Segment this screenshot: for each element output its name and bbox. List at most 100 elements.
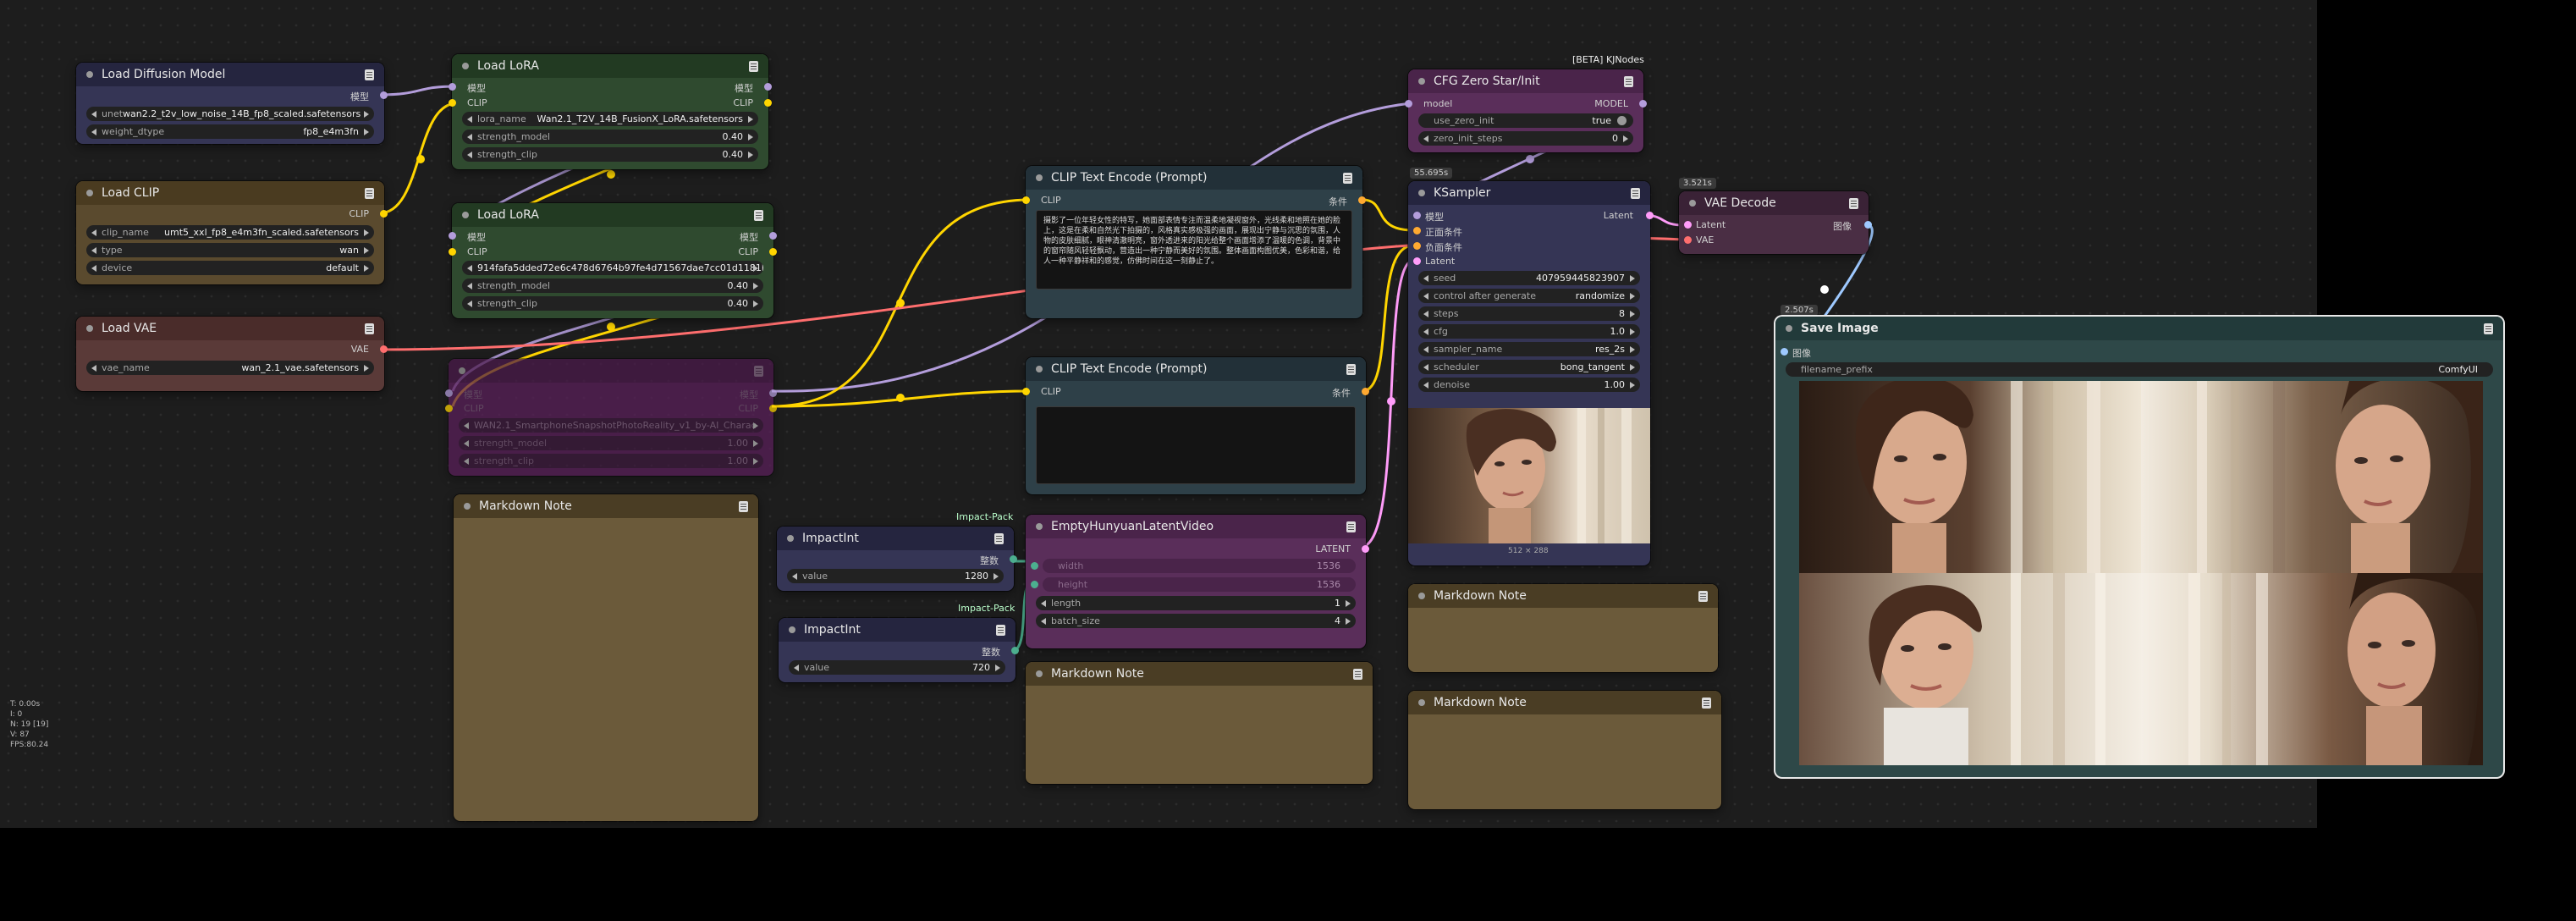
steps-widget[interactable]: steps 8 [1418,306,1640,321]
node-badge-icon[interactable] [1346,521,1356,532]
node-badge-icon[interactable] [739,501,748,512]
weight-dtype-widget[interactable]: weight_dtype fp8_e4m3fn [86,124,374,139]
node-badge-icon[interactable] [1698,591,1708,602]
int-value-widget[interactable]: value 1280 [787,569,1004,583]
node-badge-icon[interactable] [365,323,374,334]
batch-size-widget[interactable]: batch_size 4 [1036,614,1356,628]
output-model-socket[interactable] [769,232,777,240]
node-badge-icon[interactable] [1631,188,1640,199]
prompt-textarea[interactable]: 摄影了一位年轻女性的特写，她面部表情专注而温柔地凝视窗外，光线柔和地照在她的脸上… [1036,210,1352,290]
output-conditioning-socket[interactable] [1362,388,1369,395]
input-negative-socket[interactable] [1413,242,1421,250]
input-model-socket[interactable] [1405,100,1412,108]
strength-clip-widget[interactable]: strength_clip 0.40 [462,296,763,311]
output-clip-socket[interactable] [380,210,388,218]
strength-model-widget[interactable]: strength_model 1.00 [459,436,763,450]
node-title[interactable]: KSampler [1408,181,1650,205]
node-load-lora-3-bypassed[interactable]: 模型 CLIP 模型 CLIP WAN2.1_SmartphoneSnapsho… [445,359,777,476]
node-badge-icon[interactable] [1353,669,1362,680]
node-badge-icon[interactable] [2484,323,2493,334]
input-clip-socket[interactable] [1022,388,1030,395]
node-empty-hunyuan-latent-video[interactable]: EmptyHunyuanLatentVideo LATENT width 1536… [1026,515,1369,648]
input-model-socket[interactable] [445,389,453,397]
input-clip-socket[interactable] [445,405,453,412]
input-vae-socket[interactable] [1684,236,1692,244]
clip-name-widget[interactable]: clip_name umt5_xxl_fp8_e4m3fn_scaled.safe… [86,225,374,240]
input-clip-socket[interactable] [449,248,456,256]
node-title[interactable]: CLIP Text Encode (Prompt) [1026,166,1362,190]
width-widget[interactable]: width 1536 [1043,559,1356,573]
node-load-clip[interactable]: Load CLIP CLIP clip_name umt5_xxl_fp8_e4m… [76,181,388,284]
lora-name-widget[interactable]: lora_name Wan2.1_T2V_14B_FusionX_LoRA.saf… [462,112,758,126]
output-vae-socket[interactable] [380,345,388,353]
node-markdown-note-4[interactable]: Markdown Note [1408,691,1721,809]
node-title[interactable]: Markdown Note [454,494,758,518]
length-widget[interactable]: length 1 [1036,596,1356,610]
output-image-socket[interactable] [1864,221,1872,229]
node-title[interactable]: Load VAE [76,317,384,340]
node-title[interactable]: Load CLIP [76,181,384,205]
vae-name-widget[interactable]: vae_name wan_2.1_vae.safetensors [86,361,374,375]
clip-device-widget[interactable]: device default [86,261,374,275]
output-int-socket[interactable] [1011,647,1019,654]
node-title[interactable]: ImpactInt [779,618,1016,642]
height-widget[interactable]: height 1536 [1043,577,1356,592]
filename-prefix-widget[interactable]: filename_prefix ComfyUI [1786,362,2493,377]
node-load-lora-1[interactable]: Load LoRA 模型 CLIP 模型 CLIP lora_name Wan2.… [449,54,772,169]
node-clip-text-encode-positive[interactable]: CLIP Text Encode (Prompt) CLIP 条件 摄影了一位年… [1022,166,1366,318]
control-after-generate-widget[interactable]: control after generate randomize [1418,289,1640,303]
output-conditioning-socket[interactable] [1358,196,1366,204]
strength-clip-widget[interactable]: strength_clip 1.00 [459,454,763,468]
denoise-widget[interactable]: denoise 1.00 [1418,378,1640,392]
cfg-widget[interactable]: cfg 1.0 [1418,324,1640,339]
int-value-widget[interactable]: value 720 [789,660,1005,675]
node-badge-icon[interactable] [749,61,758,72]
node-markdown-note-2[interactable]: Markdown Note [1026,662,1373,784]
input-clip-socket[interactable] [1022,196,1030,204]
node-load-lora-2[interactable]: Load LoRA 模型 CLIP 模型 CLIP 914fafa5dded72… [449,203,777,318]
scheduler-widget[interactable]: scheduler bong_tangent [1418,360,1640,374]
node-badge-icon[interactable] [1702,698,1711,709]
output-latent-socket[interactable] [1646,212,1654,219]
input-model-socket[interactable] [449,83,456,91]
node-title[interactable]: ImpactInt [777,527,1014,550]
lora-name-widget[interactable]: WAN2.1_SmartphoneSnapshotPhotoReality_v1… [459,418,763,433]
node-clip-text-encode-negative[interactable]: CLIP Text Encode (Prompt) CLIP 条件 [1022,357,1369,494]
node-cfg-zero-star-init[interactable]: CFG Zero Star/Init model MODEL use_zero_… [1405,69,1647,152]
node-save-image[interactable]: Save Image 图像 filename_prefix ComfyUI [1775,317,2503,777]
zero-init-steps-widget[interactable]: zero_init_steps 0 [1418,131,1633,146]
node-title[interactable]: Load Diffusion Model [76,63,384,86]
input-clip-socket[interactable] [449,99,456,107]
prompt-textarea[interactable] [1036,406,1356,484]
seed-widget[interactable]: seed 407959445823907 [1418,271,1640,285]
lora-name-widget[interactable]: 914fafa5dded72e6c478d6764b97fe4d71567dae… [462,261,763,275]
node-badge-icon[interactable] [994,533,1004,544]
node-vae-decode[interactable]: VAE Decode Latent VAE 图像 [1679,191,1872,254]
node-title[interactable]: CFG Zero Star/Init [1408,69,1643,93]
input-latent-socket[interactable] [1413,257,1421,265]
node-badge-icon[interactable] [1346,364,1356,375]
sampler-name-widget[interactable]: sampler_name res_2s [1418,342,1640,356]
node-badge-icon[interactable] [754,210,763,221]
strength-clip-widget[interactable]: strength_clip 0.40 [462,147,758,162]
node-impact-int-1[interactable]: ImpactInt 整数 value 1280 [777,527,1017,591]
node-title[interactable]: Markdown Note [1408,584,1718,608]
node-badge-icon[interactable] [754,366,763,377]
node-badge-icon[interactable] [1624,76,1633,87]
node-load-diffusion-model[interactable]: Load Diffusion Model 模型 unet wan2.2_t2v_l… [76,63,388,144]
input-model-socket[interactable] [1413,212,1421,219]
unet-name-widget[interactable]: unet wan2.2_t2v_low_noise_14B_fp8_scaled.… [86,107,374,121]
node-badge-icon[interactable] [996,625,1005,636]
node-title[interactable]: Load LoRA [452,54,768,78]
node-impact-int-2[interactable]: ImpactInt 整数 value 720 [779,618,1019,682]
node-markdown-note-3[interactable]: Markdown Note [1408,584,1718,672]
input-positive-socket[interactable] [1413,227,1421,234]
output-clip-socket[interactable] [769,248,777,256]
input-width-socket[interactable] [1031,562,1038,570]
node-title[interactable]: EmptyHunyuanLatentVideo [1026,515,1366,538]
node-markdown-note-1[interactable]: Markdown Note [454,494,758,821]
node-badge-icon[interactable] [365,69,374,80]
node-title[interactable]: VAE Decode [1679,191,1869,215]
input-height-socket[interactable] [1031,581,1038,588]
output-clip-socket[interactable] [769,405,777,412]
